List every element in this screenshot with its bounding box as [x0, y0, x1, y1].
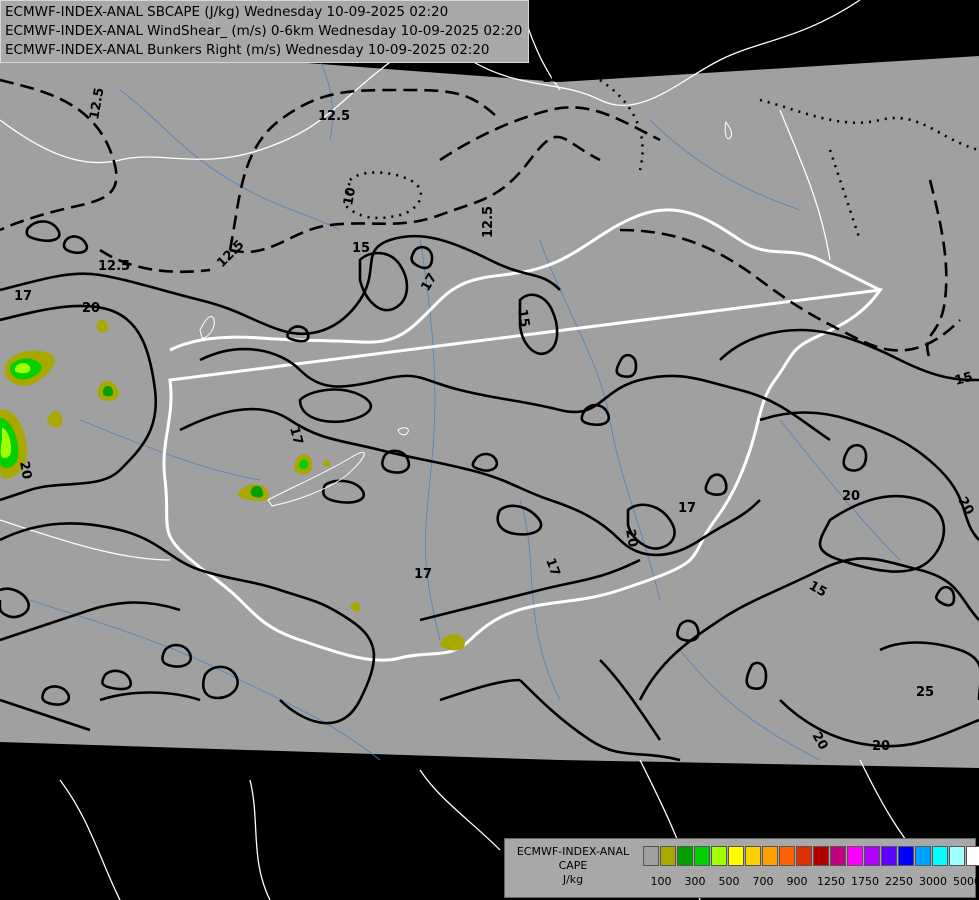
- legend-swatch: [932, 846, 948, 866]
- data-domain: [0, 40, 979, 768]
- legend-swatch: [796, 846, 812, 866]
- legend-swatch: [813, 846, 829, 866]
- legend-swatch: [830, 846, 846, 866]
- legend-swatch: [728, 846, 744, 866]
- legend-swatch: [643, 846, 659, 866]
- legend-tick-label: 500: [718, 875, 740, 888]
- contour-label-17-d: 17: [678, 501, 696, 516]
- legend-swatch: [881, 846, 897, 866]
- contour-label-20-d: 20: [842, 489, 860, 504]
- legend-tick-label: 300: [684, 875, 706, 888]
- legend-tick-label: 2250: [885, 875, 913, 888]
- contour-label-20-a: 20: [82, 301, 100, 316]
- legend-swatch: [966, 846, 979, 866]
- legend-swatch: [762, 846, 778, 866]
- contour-label-17-g: 17: [450, 757, 468, 772]
- contour-label-10-b: 10: [542, 71, 560, 86]
- contour-label-20-c: 20: [622, 528, 640, 548]
- legend-swatch: [949, 846, 965, 866]
- contour-label-17-f: 17: [414, 567, 432, 582]
- legend-swatch: [677, 846, 693, 866]
- legend-swatch: [745, 846, 761, 866]
- contour-label-20-g: 20: [872, 739, 890, 754]
- legend-title-variable: CAPE: [558, 859, 588, 872]
- legend-title: ECMWF-INDEX-ANAL CAPE J/kg: [509, 845, 637, 887]
- contour-label-20-b: 20: [16, 460, 34, 480]
- legend-swatch: [864, 846, 880, 866]
- legend-tick-label: 3000: [919, 875, 947, 888]
- legend-tick-label: 5000: [953, 875, 979, 888]
- map-canvas[interactable]: 12.5 12.5 12.5 12.5 12.5 10 10 15 15 15 …: [0, 0, 979, 900]
- legend-swatch: [779, 846, 795, 866]
- contour-label-15-b: 15: [514, 308, 532, 328]
- legend-swatch: [694, 846, 710, 866]
- map-header: ECMWF-INDEX-ANAL SBCAPE (J/kg) Wednesday…: [0, 0, 530, 63]
- legend-swatch: [898, 846, 914, 866]
- legend-title-unit: J/kg: [562, 873, 584, 886]
- contour-label-25: 25: [916, 685, 934, 700]
- legend-ticks: 100 300 500 700 900 1250 1750 2250 3000 5000: [643, 875, 979, 889]
- contour-label-10-a: 10: [341, 186, 359, 206]
- contour-label-12-5-e: 12.5: [481, 206, 496, 238]
- legend-swatch: [847, 846, 863, 866]
- weather-map-view: 12.5 12.5 12.5 12.5 12.5 10 10 15 15 15 …: [0, 0, 979, 900]
- contour-label-15-a: 15: [352, 241, 370, 256]
- legend-tick-label: 700: [752, 875, 774, 888]
- contour-label-12-5-b: 12.5: [318, 109, 350, 124]
- legend-tick-label: 100: [650, 875, 672, 888]
- contour-label-12-5-c: 12.5: [98, 259, 130, 274]
- legend-swatch: [915, 846, 931, 866]
- header-line-windshear: ECMWF-INDEX-ANAL WindShear_ (m/s) 0-6km …: [5, 23, 523, 39]
- header-line-sbcape: ECMWF-INDEX-ANAL SBCAPE (J/kg) Wednesday…: [5, 4, 449, 20]
- header-line-bunkers: ECMWF-INDEX-ANAL Bunkers Right (m/s) Wed…: [5, 42, 490, 58]
- cape-legend: ECMWF-INDEX-ANAL CAPE J/kg 100 300 500 700 9…: [504, 838, 979, 898]
- legend-tick-label: 900: [786, 875, 808, 888]
- legend-swatch: [660, 846, 676, 866]
- legend-color-bar: [643, 846, 979, 866]
- legend-title-model: ECMWF-INDEX-ANAL: [516, 845, 630, 858]
- legend-swatch: [711, 846, 727, 866]
- legend-tick-label: 1750: [851, 875, 879, 888]
- contour-label-17-a: 17: [14, 289, 32, 304]
- legend-tick-label: 1250: [817, 875, 845, 888]
